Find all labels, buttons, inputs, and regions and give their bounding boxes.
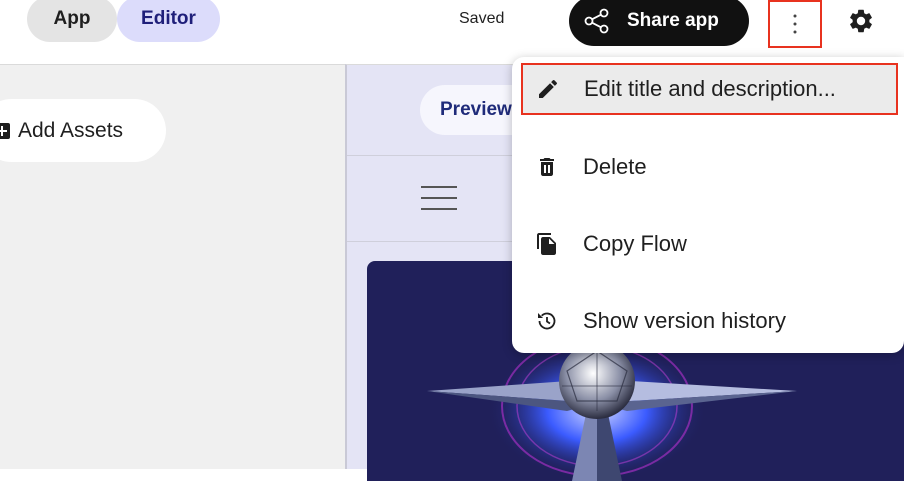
history-icon	[534, 308, 560, 334]
menu-item-label: Delete	[583, 154, 647, 179]
top-bar: App Editor Saved Share app	[0, 0, 904, 64]
add-assets-label: Add Assets	[18, 118, 124, 142]
tab-editor[interactable]: Editor	[117, 0, 220, 42]
menu-item-label: Show version history	[583, 308, 786, 333]
gear-icon[interactable]	[847, 7, 875, 35]
more-vert-icon	[793, 14, 797, 34]
add-assets-button[interactable]: Add Assets	[0, 99, 166, 162]
menu-item-label: Edit title and description...	[584, 76, 836, 101]
more-options-menu: Edit title and description... Delete Cop…	[512, 57, 904, 353]
pencil-icon	[535, 76, 561, 102]
menu-icon[interactable]	[421, 186, 457, 212]
more-options-button[interactable]	[768, 0, 822, 48]
share-app-button[interactable]: Share app	[569, 0, 749, 46]
tab-app[interactable]: App	[27, 0, 117, 42]
menu-item-delete[interactable]: Delete	[512, 141, 904, 193]
menu-item-label: Copy Flow	[583, 231, 687, 256]
assets-panel: Add Assets	[0, 64, 345, 469]
menu-item-copy-flow[interactable]: Copy Flow	[512, 218, 904, 270]
menu-item-edit-title[interactable]: Edit title and description...	[521, 63, 898, 115]
save-status: Saved	[459, 10, 505, 27]
share-icon	[584, 8, 609, 34]
share-app-label: Share app	[627, 10, 719, 31]
copy-icon	[534, 231, 560, 257]
add-icon	[0, 122, 10, 139]
menu-item-version-history[interactable]: Show version history	[512, 295, 904, 347]
trash-icon	[534, 154, 560, 180]
